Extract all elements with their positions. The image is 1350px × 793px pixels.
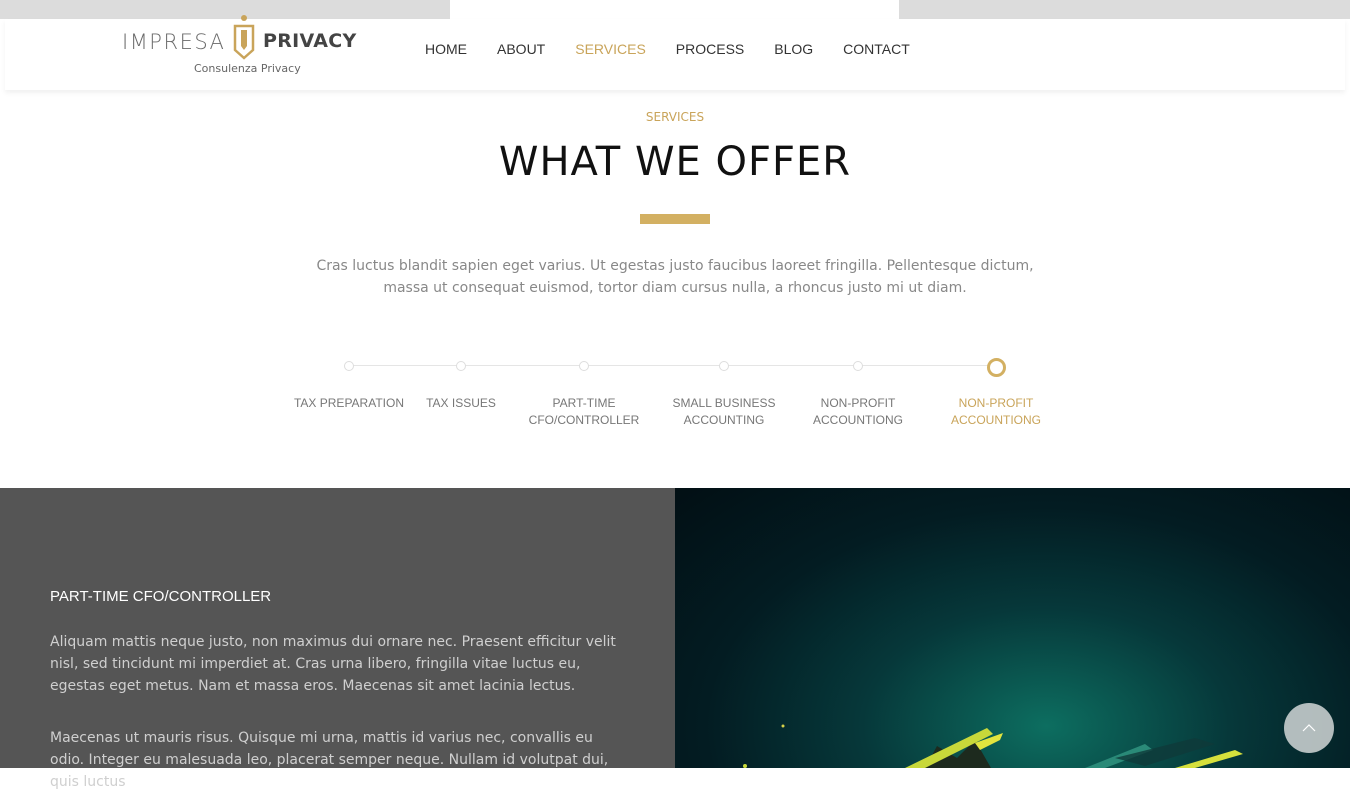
logo-text-light: IMPRESA [122, 30, 226, 54]
timeline-dot [853, 361, 863, 371]
section-description: Cras luctus blandit sapien eget varius. … [316, 258, 1034, 296]
service-detail-panel: PART-TIME CFO/CONTROLLER Aliquam mattis … [0, 488, 675, 790]
nav-contact[interactable]: CONTACT [843, 41, 910, 57]
timeline-step-part-time-cfo[interactable]: PART-TIME CFO/CONTROLLER [504, 356, 664, 429]
timeline-step-non-profit[interactable]: NON-PROFIT ACCOUNTIONG [778, 356, 938, 429]
service-detail-title: PART-TIME CFO/CONTROLLER [50, 588, 272, 605]
logo-tagline: Consulenza Privacy [194, 62, 301, 75]
timeline-step-label: NON-PROFIT ACCOUNTIONG [813, 396, 903, 427]
navbar: IMPRESA PRIVACY Consulenza Privacy HOME … [5, 15, 1345, 90]
service-detail-paragraph: Maecenas ut mauris risus. Quisque mi urn… [50, 730, 609, 790]
section-title: WHAT WE OFFER [498, 139, 852, 185]
timeline-dot [344, 361, 354, 371]
top-strip-right [899, 0, 1350, 19]
site-logo[interactable]: IMPRESA PRIVACY Consulenza Privacy [122, 14, 372, 84]
title-underline [640, 214, 710, 224]
timeline-dot [456, 361, 466, 371]
logo-emblem-icon [233, 15, 255, 60]
timeline-step-label: NON-PROFIT ACCOUNTIONG [951, 396, 1041, 427]
service-image [675, 488, 1350, 768]
nav-home[interactable]: HOME [425, 41, 467, 57]
scroll-to-top-button[interactable] [1284, 703, 1334, 753]
timeline-dot [579, 361, 589, 371]
main-menu: HOME ABOUT SERVICES PROCESS BLOG CONTACT [425, 41, 940, 57]
nav-blog[interactable]: BLOG [774, 41, 813, 57]
abstract-graphic [743, 724, 1243, 768]
timeline-step-non-profit-active[interactable]: NON-PROFIT ACCOUNTIONG [916, 356, 1076, 429]
chevron-up-icon [1302, 724, 1316, 732]
nav-about[interactable]: ABOUT [497, 41, 545, 57]
section-label: SERVICES [645, 110, 705, 124]
service-detail-paragraph: Aliquam mattis neque justo, non maximus … [50, 634, 616, 694]
nav-services[interactable]: SERVICES [575, 41, 646, 57]
timeline-dot-active [986, 358, 1006, 377]
timeline-step-label: PART-TIME CFO/CONTROLLER [528, 396, 640, 427]
services-timeline: TAX PREPARATION TAX ISSUES PART-TIME CFO… [0, 356, 1350, 436]
timeline-dot [719, 361, 729, 371]
logo-text-bold: PRIVACY [263, 30, 357, 52]
nav-process[interactable]: PROCESS [676, 41, 744, 57]
